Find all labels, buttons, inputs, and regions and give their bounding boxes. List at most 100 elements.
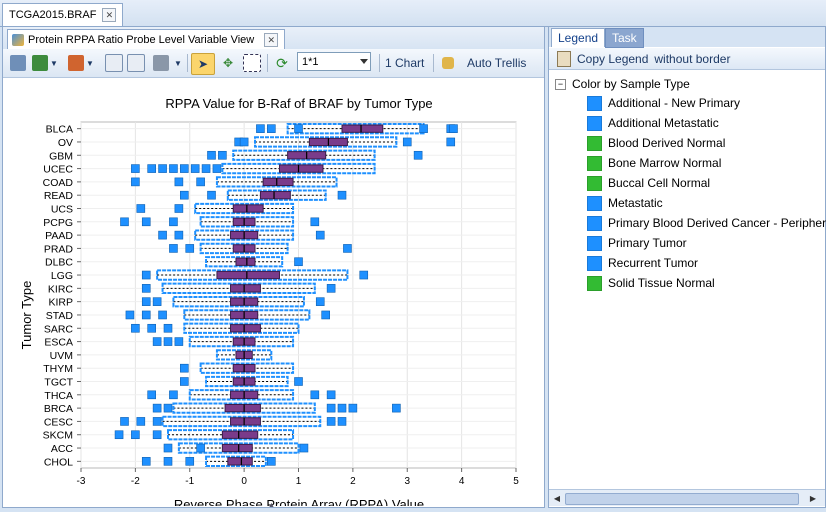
legend-swatch [587, 235, 602, 251]
legend-item[interactable]: Additional Metastatic [587, 113, 719, 133]
select-pointer-icon[interactable]: ➤ [191, 53, 215, 75]
legend-item[interactable]: Blood Derived Normal [587, 133, 725, 153]
box [216, 270, 280, 280]
legend-item-label: Primary Blood Derived Cancer - Periphera… [608, 216, 826, 230]
y-tick-label: THCA [44, 390, 73, 402]
scroll-right-icon[interactable]: ▶ [807, 492, 819, 504]
data-point [174, 177, 184, 187]
box [227, 457, 253, 466]
data-point [326, 284, 336, 293]
tab-task[interactable]: Task [605, 28, 644, 48]
auto-trellis-button[interactable]: Auto Trellis [465, 53, 528, 73]
data-point [185, 457, 195, 466]
excel-dropdown-icon[interactable]: ▼ [49, 53, 59, 73]
scroll-left-icon[interactable]: ◀ [551, 492, 563, 504]
data-point [131, 177, 140, 187]
legend-item[interactable]: Primary Blood Derived Cancer - Periphera… [587, 213, 826, 233]
export-image-icon[interactable] [9, 53, 27, 73]
copy-legend-bar: Copy Legend without border [549, 48, 825, 70]
y-tick-label: UCEC [43, 164, 73, 176]
legend-item[interactable]: Buccal Cell Normal [587, 173, 710, 193]
legend-item[interactable]: Recurrent Tumor [587, 253, 698, 273]
clipboard-icon [557, 50, 571, 67]
y-tick-label: STAD [46, 310, 74, 322]
tab-legend[interactable]: Legend [551, 28, 606, 47]
view-tab[interactable]: Protein RPPA Ratio Probe Level Variable … [7, 29, 286, 50]
data-point [120, 217, 129, 227]
data-point [120, 417, 129, 426]
trellis-combo[interactable]: 1*1 [297, 52, 371, 71]
data-point [449, 124, 458, 133]
export-excel-icon[interactable] [31, 53, 49, 73]
legend-item[interactable]: Solid Tissue Normal [587, 273, 715, 293]
x-tick-label: 2 [350, 476, 356, 487]
legend-item[interactable]: Primary Tumor [587, 233, 687, 253]
data-point [136, 204, 146, 213]
box [262, 177, 294, 187]
data-point [294, 124, 303, 133]
boxplot-chart[interactable]: RPPA Value for B-Raf of BRAF by Tumor Ty… [3, 78, 544, 506]
data-point [326, 390, 336, 400]
refresh-icon[interactable]: ⟳ [273, 53, 291, 73]
x-tick-label: 4 [459, 476, 465, 487]
data-point [141, 270, 151, 280]
auto-trellis-label: Auto Trellis [467, 56, 527, 70]
print-dropdown-icon[interactable]: ▼ [173, 53, 183, 73]
y-tick-label: ACC [51, 443, 74, 455]
legend-item[interactable]: Additional - New Primary [587, 93, 740, 113]
chart-count-button[interactable]: 1 Chart [383, 53, 426, 73]
ppt-dropdown-icon[interactable]: ▼ [85, 53, 95, 73]
y-tick-label: TGCT [44, 377, 73, 389]
without-border-option[interactable]: without border [654, 52, 730, 66]
box [232, 204, 264, 213]
toolbar-separator [379, 54, 380, 72]
data-point [326, 417, 336, 426]
data-point [131, 430, 140, 440]
data-point [402, 137, 412, 147]
data-point [180, 363, 189, 373]
zoom-move-icon[interactable]: ✥ [219, 53, 237, 73]
y-tick-label: THYM [43, 363, 73, 375]
box [259, 191, 291, 200]
data-point [446, 137, 456, 147]
document-tab-strip: TCGA2015.BRAF ✕ [0, 0, 826, 27]
data-point [310, 390, 320, 400]
copy-legend-button[interactable]: Copy Legend [577, 52, 648, 66]
data-point [299, 443, 309, 453]
fit-view-icon[interactable] [243, 53, 261, 73]
close-view-icon[interactable]: ✕ [264, 33, 279, 47]
data-point [141, 457, 151, 466]
duplicate-icon[interactable] [127, 53, 145, 73]
data-point [196, 443, 205, 453]
splitter-grip[interactable]: ▲ [268, 502, 276, 509]
y-tick-label: PRAD [44, 243, 74, 255]
data-point [141, 310, 151, 320]
data-point [337, 417, 347, 426]
legend-group[interactable]: − Color by Sample Type [555, 77, 690, 91]
y-tick-label: LGG [51, 270, 73, 282]
data-point [147, 323, 156, 333]
legend-swatch [587, 115, 602, 131]
box [278, 164, 324, 173]
lock-icon[interactable] [439, 53, 457, 73]
legend-item-label: Additional - New Primary [608, 96, 741, 110]
copy-icon[interactable] [105, 53, 123, 73]
y-tick-label: UVM [50, 350, 73, 362]
legend-item[interactable]: Bone Marrow Normal [587, 153, 721, 173]
data-point [180, 377, 189, 386]
document-tab[interactable]: TCGA2015.BRAF ✕ [2, 3, 124, 26]
y-tick-label: KIRP [48, 297, 73, 309]
chart-count-label: 1 Chart [385, 56, 425, 70]
data-point [169, 244, 178, 253]
x-tick-label: 0 [241, 476, 247, 487]
close-document-icon[interactable]: ✕ [102, 8, 117, 22]
box [221, 430, 259, 439]
export-ppt-icon[interactable] [67, 53, 85, 73]
scrollbar-thumb[interactable] [565, 493, 799, 505]
y-tick-label: READ [44, 190, 74, 202]
legend-item[interactable]: Metastatic [587, 193, 663, 213]
print-icon[interactable] [151, 53, 171, 73]
collapse-icon[interactable]: − [555, 78, 566, 90]
y-tick-label: COAD [43, 177, 74, 189]
horizontal-scrollbar[interactable]: ◀ ▶ [549, 489, 825, 506]
